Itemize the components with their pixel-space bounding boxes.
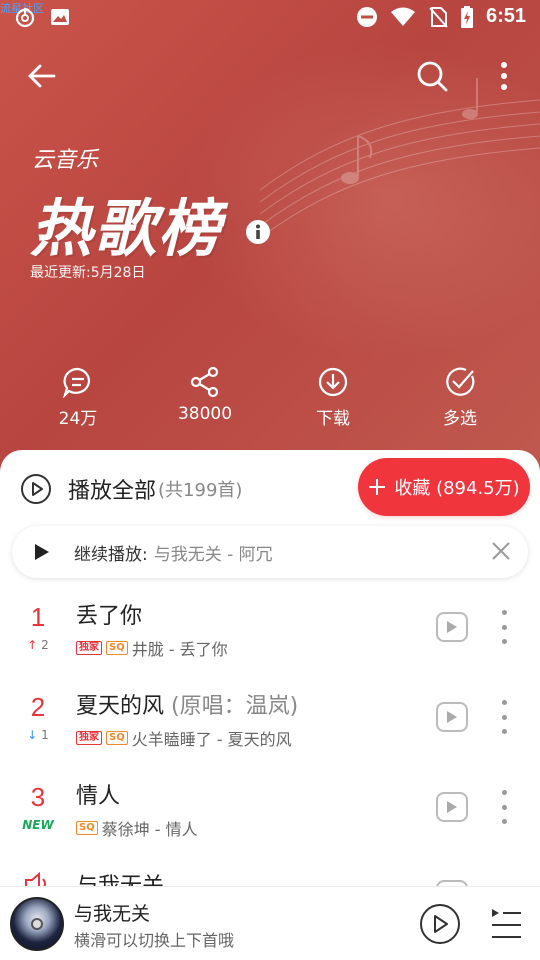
playlist-icon: [492, 909, 521, 938]
song-title: 丢了你: [76, 598, 142, 630]
playlist-button[interactable]: [490, 907, 522, 941]
sq-badge: SQ: [106, 731, 128, 745]
comment-button[interactable]: 24万: [28, 366, 128, 429]
player-play-button[interactable]: [420, 904, 460, 944]
more-vertical-icon[interactable]: [494, 790, 514, 824]
brand-subtitle: 云音乐: [32, 148, 99, 173]
trend-up-icon: ↑: [27, 638, 38, 652]
more-button[interactable]: [484, 56, 524, 96]
share-icon: [190, 366, 219, 398]
player-subtitle: 横滑可以切换上下首哦: [74, 931, 235, 950]
song-artist: 火羊瞌睡了 - 夏天的风: [131, 730, 292, 749]
trend-value: 2: [41, 638, 49, 652]
song-rank: 3: [30, 782, 46, 812]
song-row[interactable]: 3 NEW 情人 SQ 蔡徐坤 - 情人: [0, 776, 540, 866]
play-icon: [447, 711, 457, 723]
wifi-icon: [390, 7, 415, 26]
sq-badge: SQ: [76, 821, 98, 835]
song-row[interactable]: 2 ↓ 1 夏天的风 (原唱：温岚) 独家 SQ 火羊瞌睡了 - 夏天的风: [0, 686, 540, 776]
resume-label: 继续播放:: [74, 544, 148, 565]
search-button[interactable]: [412, 56, 452, 96]
back-arrow-icon: [28, 64, 56, 88]
mv-play-button[interactable]: [436, 702, 468, 732]
update-date: 最近更新:5月28日: [30, 265, 146, 281]
mv-play-button[interactable]: [436, 612, 468, 642]
new-badge: NEW: [22, 818, 54, 832]
play-icon: [447, 801, 457, 813]
share-button[interactable]: 38000: [155, 366, 255, 424]
trend-down-icon: ↓: [27, 728, 38, 742]
toolbar: [0, 48, 540, 104]
music-app-icon: [15, 7, 35, 28]
more-vertical-icon[interactable]: [494, 700, 514, 734]
info-button[interactable]: [245, 219, 271, 245]
exclusive-badge: 独家: [76, 731, 102, 745]
trend-value: 1: [41, 728, 49, 742]
more-vertical-icon[interactable]: [494, 610, 514, 644]
song-title: 夏天的风 (原唱：温岚): [76, 688, 298, 720]
song-meta: SQ 蔡徐坤 - 情人: [76, 816, 198, 840]
song-alt-title: (原唱：温岚): [171, 694, 299, 719]
song-list-card: 播放全部 (共199首) 收藏 (894.5万) 继续播放: 与我无关 - 阿冗…: [0, 450, 540, 890]
collect-label: 收藏 (894.5万): [394, 478, 520, 499]
chart-title: 热歌榜: [30, 192, 223, 265]
download-label: 下载: [316, 409, 350, 429]
no-sim-icon: [429, 6, 448, 28]
play-circle-icon: [21, 474, 51, 504]
disc-center: [31, 918, 43, 930]
player-title: 与我无关: [74, 903, 151, 925]
song-meta: 独家 SQ 火羊瞌睡了 - 夏天的风: [76, 726, 292, 750]
download-icon: [318, 367, 348, 397]
song-artist: 井胧 - 丢了你: [131, 640, 228, 659]
mv-play-button[interactable]: [436, 792, 468, 822]
collect-button[interactable]: 收藏 (894.5万): [358, 458, 530, 516]
rank-trend: ↑ 2: [18, 638, 58, 652]
action-bar: 24万 38000 下载 多选: [0, 366, 540, 436]
status-bar: 6:51: [0, 0, 540, 36]
song-title-text: 情人: [76, 784, 121, 809]
comment-count: 24万: [58, 409, 98, 429]
play-all-button[interactable]: 播放全部 (共199首): [20, 474, 242, 504]
do-not-disturb-icon: [356, 6, 377, 27]
song-title: 情人: [76, 778, 120, 810]
song-rank: 2: [30, 692, 46, 722]
song-title-text: 夏天的风: [76, 694, 165, 719]
image-icon: [51, 9, 69, 25]
info-icon: [246, 220, 270, 244]
play-icon: [35, 544, 49, 560]
multi-select-button[interactable]: 多选: [410, 366, 510, 429]
rank-trend: ↓ 1: [18, 728, 58, 742]
song-title-text: 丢了你: [76, 604, 143, 629]
song-row[interactable]: 1 ↑ 2 丢了你 独家 SQ 井胧 - 丢了你: [0, 596, 540, 686]
more-vertical-icon: [501, 62, 507, 90]
play-icon: [447, 621, 457, 633]
resume-song: 与我无关 - 阿冗: [153, 544, 273, 565]
battery-charging-icon: [460, 5, 473, 28]
multi-select-label: 多选: [443, 409, 477, 429]
comment-icon: [62, 367, 90, 398]
play-icon: [434, 915, 448, 933]
close-icon[interactable]: [490, 540, 512, 562]
search-icon: [417, 61, 448, 92]
share-count: 38000: [177, 404, 233, 424]
song-artist: 蔡徐坤 - 情人: [101, 820, 198, 839]
song-count: (共199首): [158, 480, 243, 501]
mini-player[interactable]: 与我无关 横滑可以切换上下首哦: [0, 886, 540, 960]
download-button[interactable]: 下载: [283, 366, 383, 429]
sq-badge: SQ: [106, 641, 128, 655]
song-rank: 1: [30, 602, 46, 632]
plus-icon: [369, 479, 386, 495]
album-cover[interactable]: [10, 897, 64, 951]
exclusive-badge: 独家: [76, 641, 102, 655]
song-meta: 独家 SQ 井胧 - 丢了你: [76, 636, 228, 660]
multi-select-icon: [446, 367, 475, 396]
status-clock: 6:51: [485, 5, 526, 27]
resume-playback-bar[interactable]: 继续播放: 与我无关 - 阿冗: [12, 526, 528, 578]
play-all-label: 播放全部: [68, 479, 157, 504]
back-button[interactable]: [22, 56, 62, 96]
